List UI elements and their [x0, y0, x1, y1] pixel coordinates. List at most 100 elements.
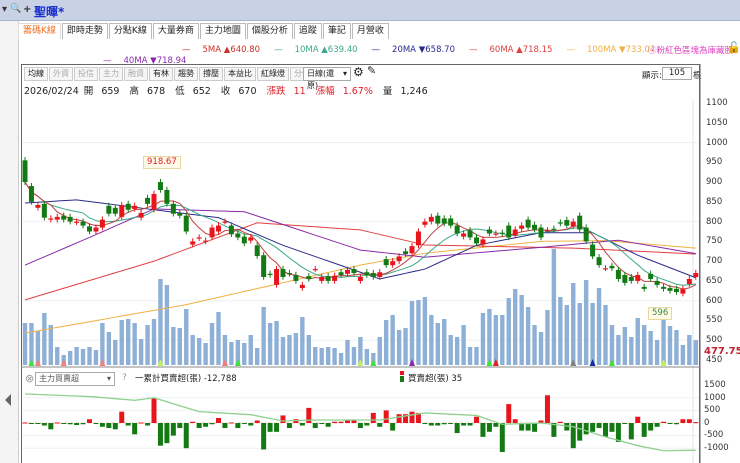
buy-sell-bar	[480, 423, 486, 437]
candle-body	[622, 274, 628, 283]
buy-sell-bar	[609, 423, 615, 432]
volume-bar	[467, 347, 473, 365]
buy-sell-bar	[673, 423, 679, 425]
buy-sell-bar	[332, 421, 338, 423]
candle-body	[61, 215, 67, 220]
volume-bar	[158, 279, 163, 365]
candle-body	[274, 269, 280, 285]
buy-sell-bar	[441, 423, 447, 425]
volume-bar	[506, 298, 511, 365]
buy-sell-bar	[286, 423, 292, 429]
volume-bar	[513, 289, 518, 365]
candle-body	[203, 240, 209, 242]
legend-red-swatch	[400, 371, 404, 375]
candle-body	[474, 237, 479, 244]
volume-bar	[164, 285, 170, 365]
volume-bar	[390, 315, 395, 365]
candle-body	[190, 241, 196, 245]
buy-sell-bar	[203, 423, 209, 427]
buy-sell-bar	[435, 423, 441, 426]
buy-sell-bar	[145, 423, 151, 426]
candle-body	[151, 193, 157, 210]
buy-sell-bar	[132, 423, 138, 435]
volume-bar	[255, 348, 260, 365]
volume-bar	[261, 307, 266, 365]
close-indicator-icon[interactable]: ⊗	[25, 372, 34, 385]
candle-body	[577, 215, 583, 230]
volume-bar	[622, 327, 628, 365]
volume-bar	[500, 315, 505, 365]
candle-body	[364, 272, 370, 275]
volume-bar	[474, 347, 479, 365]
volume-bar	[100, 323, 105, 365]
candle-body	[177, 212, 183, 216]
candle-body	[332, 275, 338, 281]
buy-sell-bar	[377, 423, 383, 427]
candle-body	[216, 225, 221, 232]
indicator-tick: -500	[704, 430, 724, 441]
buy-sell-bar	[583, 423, 589, 435]
candle-body	[441, 218, 447, 224]
candle-body	[28, 186, 34, 202]
candle-body	[615, 269, 621, 279]
buy-sell-bar	[370, 412, 376, 423]
candle-body	[641, 286, 647, 289]
volume-bar	[338, 353, 344, 365]
price-chart[interactable]	[0, 0, 740, 463]
volume-bar	[409, 301, 415, 365]
volume-bar	[248, 335, 253, 365]
buy-sell-bar	[254, 420, 260, 423]
volume-bar	[55, 347, 60, 365]
buy-sell-bar	[628, 423, 634, 440]
price-tick: 700	[706, 256, 723, 267]
buy-sell-bar	[228, 422, 234, 424]
buy-sell-bar	[138, 422, 144, 424]
buy-sell-bar	[525, 423, 531, 431]
volume-bar	[313, 347, 318, 365]
buy-sell-bar	[261, 423, 267, 450]
buy-sell-bar	[603, 423, 608, 437]
candle-body	[667, 288, 673, 291]
low-price-tag: 596	[648, 307, 673, 320]
candle-body	[286, 273, 292, 275]
buy-sell-bar	[151, 397, 157, 423]
buy-sell-bar	[35, 423, 41, 424]
candle-body	[525, 219, 531, 228]
volume-bar	[67, 351, 73, 365]
buy-sell-bar	[590, 423, 596, 432]
volume-bar	[287, 335, 292, 365]
volume-bar	[493, 315, 499, 365]
candle-body	[506, 225, 512, 238]
volume-bar	[87, 347, 92, 365]
buy-sell-bar	[87, 419, 92, 423]
buy-sell-bar	[216, 417, 221, 423]
buy-sell-bar	[299, 423, 305, 426]
volume-bar	[661, 319, 666, 365]
volume-bar	[596, 288, 602, 365]
candle-body	[338, 272, 344, 275]
candle-body	[409, 246, 415, 254]
volume-bar	[184, 309, 189, 365]
volume-bar	[480, 313, 486, 365]
candle-body	[519, 225, 525, 229]
buy-sell-bar	[532, 423, 538, 432]
buy-sell-bar	[325, 423, 331, 427]
candle-body	[196, 237, 202, 239]
indicator-select-value: 主力買賣超	[39, 374, 79, 383]
buy-sell-bar	[467, 423, 473, 426]
volume-bar	[532, 325, 537, 365]
buy-sell-bar	[486, 423, 492, 432]
buy-sell-bar	[641, 423, 647, 437]
candle-body	[654, 280, 660, 285]
volume-bar	[487, 309, 492, 365]
candle-body	[480, 239, 486, 245]
volume-bar	[74, 347, 79, 365]
buy-sell-bar	[119, 411, 125, 423]
buy-sell-bar	[654, 423, 660, 427]
indicator-select[interactable]: 主力買賣超 ▾	[35, 372, 115, 386]
volume-bar	[364, 349, 370, 365]
volume-bar	[151, 319, 157, 365]
help-icon[interactable]: ?	[122, 373, 127, 383]
candle-body	[248, 237, 254, 241]
candle-body	[35, 205, 41, 208]
